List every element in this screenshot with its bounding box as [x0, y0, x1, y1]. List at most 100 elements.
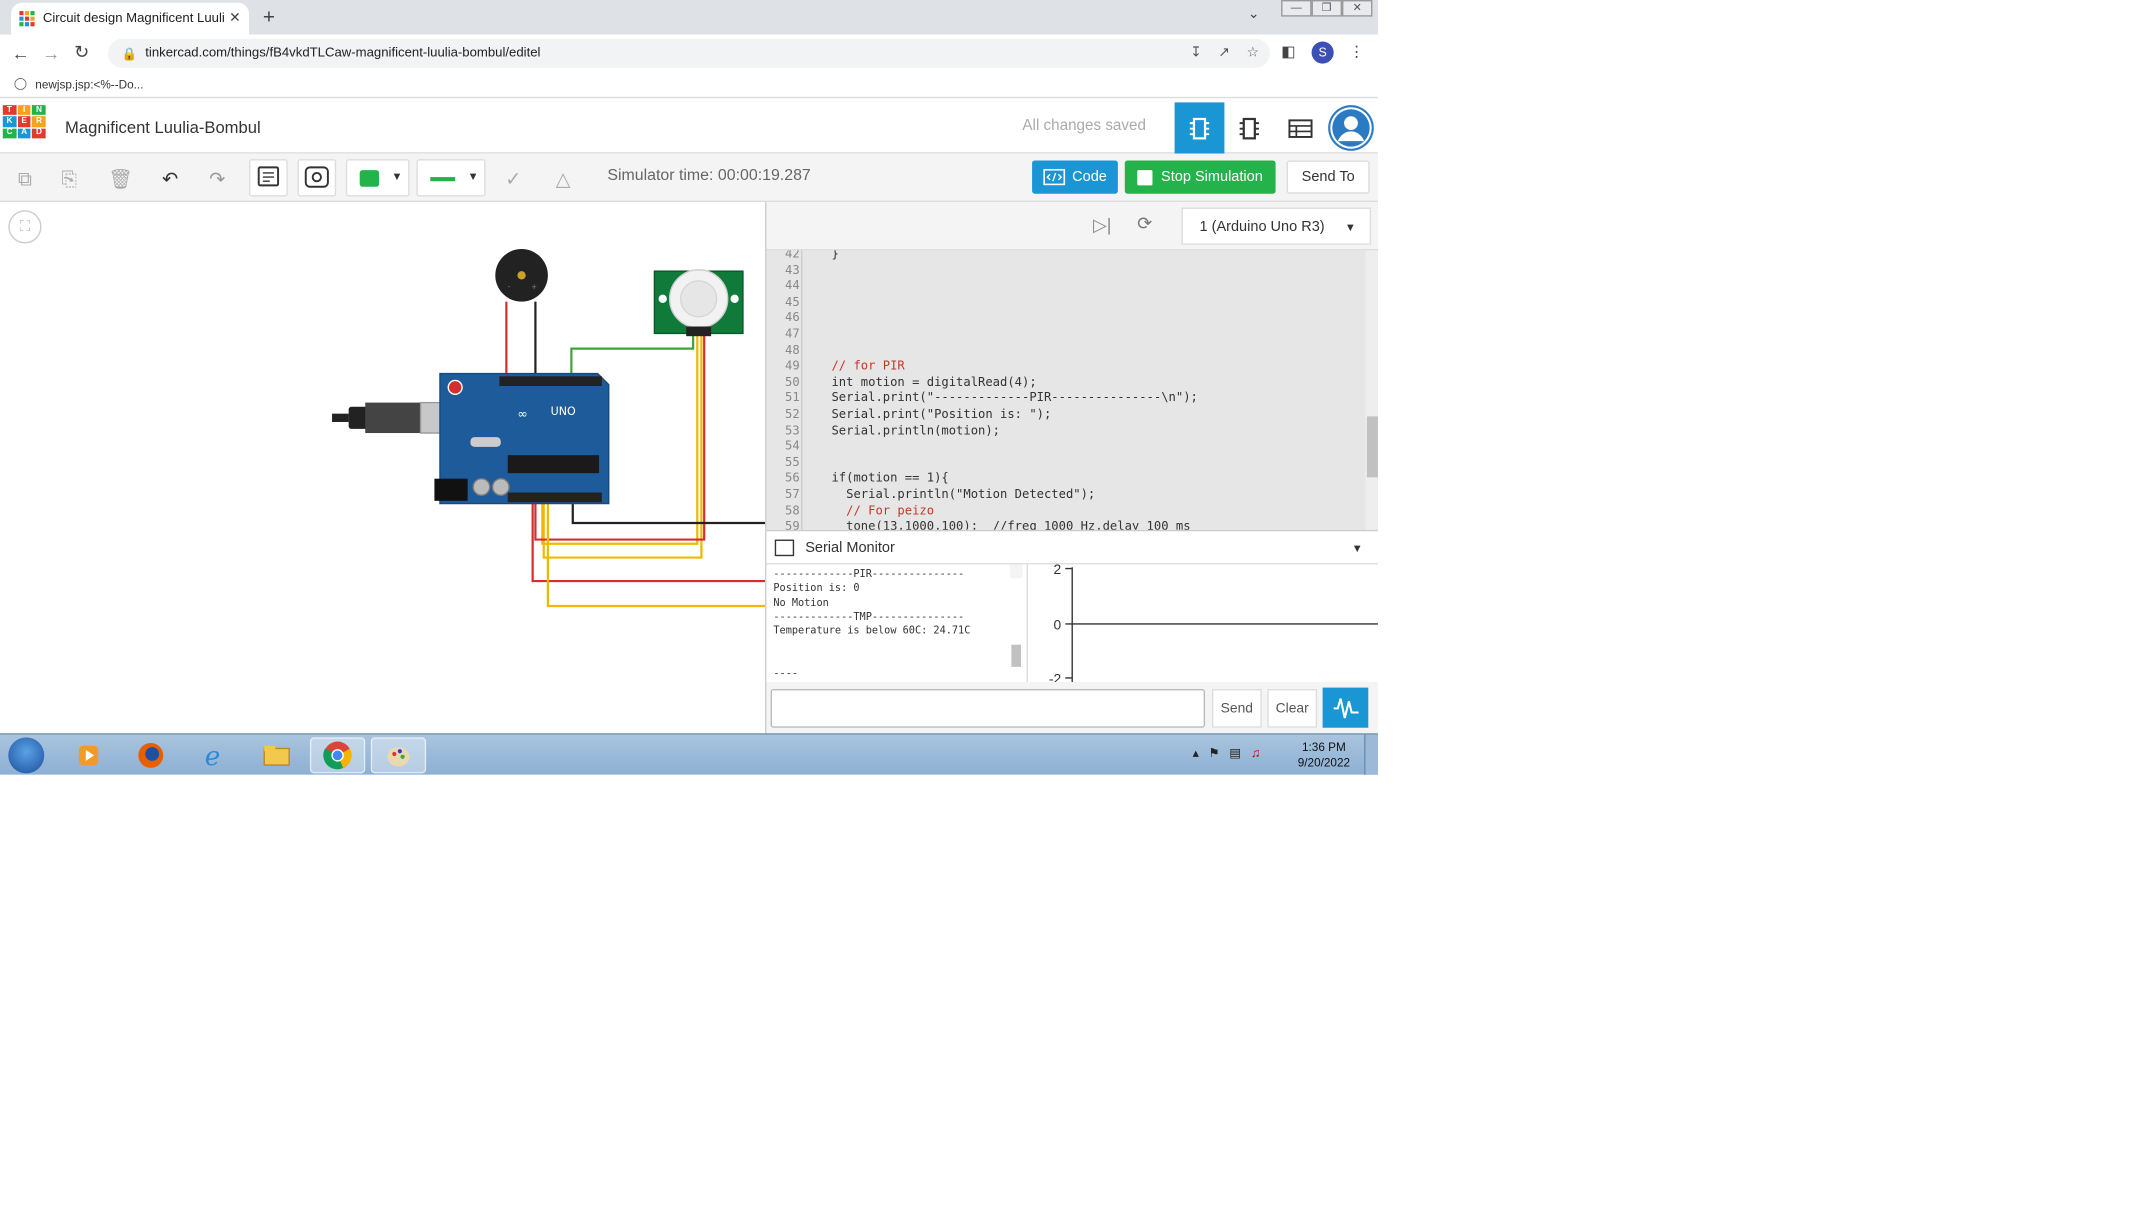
install-icon[interactable]: ↧: [1190, 46, 1202, 61]
send-to-button[interactable]: Send To: [1286, 160, 1370, 194]
code-label: Code: [1072, 168, 1107, 186]
component-list-button[interactable]: [1276, 102, 1326, 153]
step-icon[interactable]: ▷​|: [1093, 214, 1112, 236]
new-tab-button[interactable]: +: [263, 6, 275, 30]
eye-note-icon: [304, 166, 329, 188]
table-icon: [1288, 118, 1313, 138]
user-avatar[interactable]: [1328, 105, 1374, 151]
code-line: 53 Serial.println(motion);: [766, 424, 1361, 440]
tinkercad-logo[interactable]: TIN KER CAD: [2, 105, 46, 149]
tray-expand-icon[interactable]: ▴: [1193, 746, 1199, 761]
circuit-view-button[interactable]: [1174, 102, 1225, 154]
serial-clear-button[interactable]: Clear: [1267, 688, 1318, 728]
toggle-notes-button[interactable]: [297, 159, 337, 197]
line-number: 58: [785, 504, 800, 519]
serial-scrollbar[interactable]: [1009, 564, 1023, 667]
close-window-icon[interactable]: ✕: [1341, 0, 1373, 17]
scrollbar-thumb[interactable]: [1366, 416, 1378, 478]
line-number: 54: [785, 440, 800, 455]
line-number: 47: [785, 327, 800, 342]
paste-icon[interactable]: ⎘: [55, 165, 83, 193]
taskbar-clock[interactable]: 1:36 PM 9/20/2022: [1298, 740, 1350, 770]
line-number: 59: [785, 520, 800, 530]
serial-monitor-title: Serial Monitor: [805, 538, 895, 556]
project-title[interactable]: Magnificent Luulia-Bombul: [65, 118, 261, 137]
copy-icon[interactable]: ⧉: [11, 165, 39, 193]
circuit-drawing: - + ∞ UNO: [332, 249, 766, 608]
share-icon[interactable]: ↗: [1218, 46, 1230, 61]
caret-down-icon[interactable]: ▼: [1352, 542, 1363, 554]
file-explorer-icon[interactable]: [249, 737, 304, 773]
arduino-uno: ∞ UNO: [434, 372, 610, 505]
circuit-icon: [1189, 117, 1210, 139]
start-button[interactable]: [8, 737, 45, 774]
firefox-logo: [138, 742, 164, 768]
serial-plot: 2 0 -2: [1026, 561, 1378, 686]
tab-search-chevron-icon[interactable]: ⌄: [1248, 7, 1260, 22]
delete-icon[interactable]: 🗑: [107, 165, 135, 193]
code-editor[interactable]: 42} 43 44 45 46 47 48 49// for PIR 50 int motion …: [766, 250, 1378, 530]
code-line: 55: [766, 456, 1361, 472]
windows-taskbar: e ▴ ⚑ ▤ ♫ 1:36 PM 9/20/2022: [0, 733, 1378, 775]
flag-icon[interactable]: ⚑: [1209, 746, 1220, 761]
profile-avatar[interactable]: S: [1311, 41, 1334, 64]
code-button[interactable]: Code: [1032, 160, 1118, 194]
wire-swatch: [430, 177, 456, 182]
line-number: 55: [785, 456, 800, 471]
restore-icon[interactable]: ❐: [1311, 0, 1342, 17]
serial-input[interactable]: [770, 688, 1206, 728]
line-number: 56: [785, 472, 800, 487]
code-text: Serial.print("Position is: ");: [831, 408, 1052, 422]
internet-explorer-icon[interactable]: e: [187, 737, 242, 773]
serial-output-line: -------------PIR---------------: [773, 567, 965, 580]
media-player-icon[interactable]: [61, 737, 116, 773]
toggle-graph-button[interactable]: [1322, 687, 1369, 728]
close-tab-icon[interactable]: ✕: [229, 11, 241, 26]
color-picker[interactable]: ▼: [345, 159, 410, 197]
firefox-icon[interactable]: [123, 737, 178, 773]
url-field[interactable]: 🔒 tinkercad.com/things/fB4vkdTLCaw-magni…: [107, 38, 1271, 68]
stop-simulation-button[interactable]: Stop Simulation: [1124, 160, 1276, 194]
forward-arrow-icon[interactable]: →: [36, 42, 66, 63]
code-text: Serial.println(motion);: [831, 424, 1001, 439]
chrome-taskbar-icon[interactable]: [309, 737, 366, 774]
debugger-icon[interactable]: ⟳: [1137, 213, 1152, 235]
wire-type-picker[interactable]: ▼: [416, 159, 486, 197]
serial-monitor-header[interactable]: Serial Monitor ▼: [766, 529, 1378, 565]
serial-output-line: [773, 638, 1026, 652]
tinkercad-favicon: [19, 11, 35, 27]
minimize-icon[interactable]: —: [1281, 0, 1312, 17]
chrome-logo: [323, 741, 352, 770]
line-number: 49: [785, 359, 800, 374]
back-arrow-icon[interactable]: ←: [6, 42, 36, 63]
svg-text:e: e: [205, 742, 221, 769]
code-scrollbar[interactable]: [1365, 250, 1378, 530]
bookmark-star-icon[interactable]: ☆: [1247, 46, 1259, 61]
notes-icon: [257, 166, 280, 187]
undo-icon[interactable]: ↶: [156, 165, 184, 193]
line-number: 57: [785, 488, 800, 503]
notes-button[interactable]: [249, 159, 288, 197]
show-desktop-button[interactable]: [1364, 734, 1378, 775]
serial-send-button[interactable]: Send: [1211, 688, 1262, 728]
scrollbar-thumb[interactable]: [1011, 644, 1022, 667]
bookmark-item[interactable]: newjsp.jsp:<%--Do...: [35, 77, 143, 91]
network-icon[interactable]: ▤: [1229, 746, 1241, 761]
circuit-canvas[interactable]: ⛶ - + ∞ UNO: [0, 201, 766, 734]
paint-taskbar-icon[interactable]: [370, 737, 427, 774]
browser-menu-icon[interactable]: ⋮: [1349, 43, 1364, 61]
redo-icon[interactable]: ↷: [203, 165, 231, 193]
reload-icon[interactable]: ↻: [66, 42, 96, 64]
caret-down-icon: ▼: [1344, 221, 1356, 234]
side-panel-icon[interactable]: ◧: [1281, 43, 1295, 61]
board-selector[interactable]: 1 (Arduino Uno R3) ▼: [1181, 207, 1372, 245]
flip-icon[interactable]: △: [549, 165, 577, 193]
serial-output-line: ----: [773, 666, 799, 680]
browser-tab[interactable]: Circuit design Magnificent Luulia ✕: [11, 2, 250, 35]
schematic-view-button[interactable]: [1224, 102, 1274, 153]
lock-icon: 🔒: [121, 47, 138, 61]
clock-date: 9/20/2022: [1297, 755, 1351, 770]
volume-icon[interactable]: ♫: [1251, 746, 1260, 761]
address-bar-row: ← → ↻ 🔒 tinkercad.com/things/fB4vkdTLCaw…: [0, 34, 1378, 71]
rotate-icon[interactable]: ✓: [499, 165, 527, 193]
